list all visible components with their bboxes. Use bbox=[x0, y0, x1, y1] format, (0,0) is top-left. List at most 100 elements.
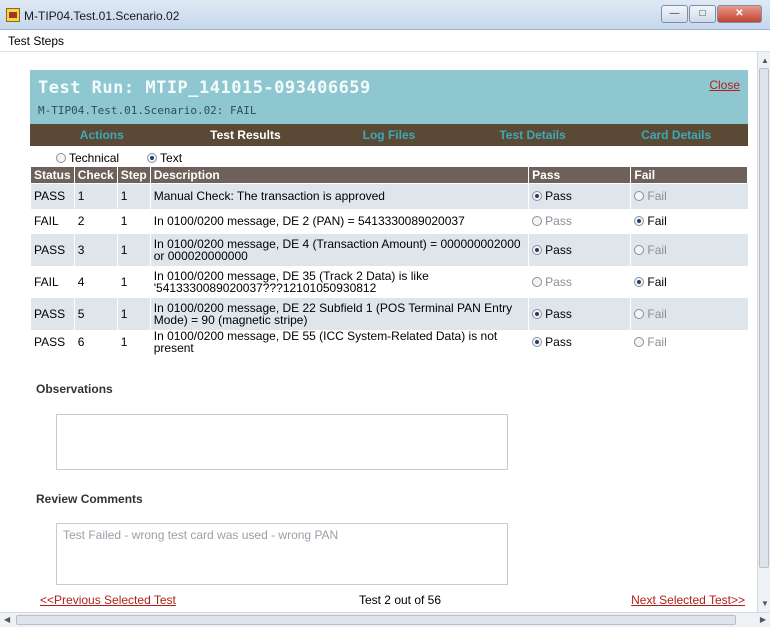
step-cell: 1 bbox=[116, 265, 151, 298]
content-area: Test Run: MTIP_141015-093406659 M-TIP04.… bbox=[0, 52, 757, 612]
close-link[interactable]: Close bbox=[709, 78, 740, 92]
check-cell: 4 bbox=[73, 265, 118, 298]
close-window-button[interactable]: ✕ bbox=[717, 5, 762, 23]
maximize-button[interactable]: □ bbox=[689, 5, 716, 23]
fail-label: Fail bbox=[647, 335, 667, 349]
window-title: M-TIP04.Test.01.Scenario.02 bbox=[24, 9, 180, 23]
pass-radio[interactable] bbox=[532, 244, 543, 255]
fail-radio[interactable] bbox=[634, 337, 645, 347]
description-cell: In 0100/0200 message, DE 4 (Transaction … bbox=[149, 233, 529, 266]
fail-option[interactable]: Fail bbox=[634, 275, 744, 289]
pass-header: Pass bbox=[528, 166, 632, 184]
description-cell: In 0100/0200 message, DE 35 (Track 2 Dat… bbox=[149, 265, 529, 298]
pass-option[interactable]: Pass bbox=[532, 189, 627, 203]
fail-cell: Fail bbox=[630, 233, 748, 266]
pass-option[interactable]: Pass bbox=[532, 335, 627, 349]
view-text-option[interactable]: Text bbox=[147, 151, 182, 165]
status-cell: PASS bbox=[30, 233, 75, 266]
fail-cell: Fail bbox=[630, 183, 748, 209]
scroll-down-arrow-icon[interactable]: ▼ bbox=[761, 599, 769, 608]
test-run-header: Test Run: MTIP_141015-093406659 M-TIP04.… bbox=[30, 70, 748, 124]
pass-cell: Pass bbox=[528, 297, 631, 330]
tab-log-files[interactable]: Log Files bbox=[317, 124, 461, 146]
description-cell: In 0100/0200 message, DE 22 Subfield 1 (… bbox=[149, 297, 529, 330]
minimize-button[interactable]: — bbox=[661, 5, 688, 23]
tab-test-details[interactable]: Test Details bbox=[461, 124, 605, 146]
next-test-link[interactable]: Next Selected Test>> bbox=[631, 593, 745, 607]
pass-cell: Pass bbox=[528, 208, 631, 234]
status-header: Status bbox=[30, 166, 75, 184]
scroll-right-arrow-icon[interactable]: ▶ bbox=[760, 615, 766, 624]
pass-option[interactable]: Pass bbox=[532, 243, 627, 257]
technical-radio[interactable] bbox=[56, 153, 66, 163]
menu-bar: Test Steps bbox=[0, 30, 770, 52]
fail-option[interactable]: Fail bbox=[634, 243, 744, 257]
fail-radio[interactable] bbox=[634, 244, 645, 255]
fail-cell: Fail bbox=[630, 297, 748, 330]
description-cell: Manual Check: The transaction is approve… bbox=[149, 183, 529, 209]
step-cell: 1 bbox=[116, 233, 151, 266]
table-row: FAIL 2 1 In 0100/0200 message, DE 2 (PAN… bbox=[30, 208, 748, 234]
fail-label: Fail bbox=[647, 189, 667, 204]
tab-bar: Actions Test Results Log Files Test Deta… bbox=[30, 124, 748, 146]
view-technical-option[interactable]: Technical bbox=[56, 151, 119, 165]
review-comments-field[interactable]: Test Failed - wrong test card was used -… bbox=[56, 523, 508, 585]
technical-label: Technical bbox=[69, 151, 120, 165]
tab-test-results[interactable]: Test Results bbox=[174, 124, 318, 146]
test-position: Test 2 out of 56 bbox=[358, 593, 442, 607]
previous-test-link[interactable]: <<Previous Selected Test bbox=[40, 593, 176, 607]
review-comments-label: Review Comments bbox=[36, 492, 143, 506]
pass-radio[interactable] bbox=[532, 276, 543, 287]
vertical-scroll-thumb[interactable] bbox=[759, 68, 769, 568]
text-radio[interactable] bbox=[147, 153, 158, 163]
pass-radio[interactable] bbox=[532, 191, 543, 202]
status-cell: PASS bbox=[30, 183, 75, 209]
vertical-scrollbar[interactable]: ▲ ▼ bbox=[757, 52, 770, 612]
check-cell: 1 bbox=[73, 183, 118, 209]
fail-option[interactable]: Fail bbox=[634, 189, 744, 203]
pass-label: Pass bbox=[545, 189, 572, 204]
text-label: Text bbox=[160, 151, 183, 165]
check-cell: 6 bbox=[73, 329, 118, 355]
fail-cell: Fail bbox=[630, 265, 748, 298]
view-mode-selector: Technical Text bbox=[56, 150, 210, 166]
step-header: Step bbox=[116, 166, 151, 184]
status-cell: PASS bbox=[30, 297, 75, 330]
fail-option[interactable]: Fail bbox=[634, 335, 744, 349]
fail-radio[interactable] bbox=[634, 191, 645, 202]
tab-actions[interactable]: Actions bbox=[30, 124, 174, 146]
pass-option[interactable]: Pass bbox=[532, 307, 627, 321]
title-bar: M-TIP04.Test.01.Scenario.02 — □ ✕ bbox=[0, 0, 770, 30]
check-cell: 3 bbox=[73, 233, 118, 266]
status-cell: FAIL bbox=[30, 265, 75, 298]
page-title: Test Run: MTIP_141015-093406659 bbox=[38, 78, 371, 98]
table-row: PASS 5 1 In 0100/0200 message, DE 22 Sub… bbox=[30, 297, 748, 330]
pass-radio[interactable] bbox=[532, 308, 543, 319]
status-cell: PASS bbox=[30, 329, 75, 355]
scroll-left-arrow-icon[interactable]: ◀ bbox=[4, 615, 10, 624]
observations-field[interactable] bbox=[56, 414, 508, 470]
table-row: FAIL 4 1 In 0100/0200 message, DE 35 (Tr… bbox=[30, 265, 748, 298]
pass-option[interactable]: Pass bbox=[532, 275, 627, 289]
check-header: Check bbox=[73, 166, 118, 184]
menu-test-steps[interactable]: Test Steps bbox=[8, 34, 64, 48]
table-row: PASS 6 1 In 0100/0200 message, DE 55 (IC… bbox=[30, 329, 748, 355]
status-cell: FAIL bbox=[30, 208, 75, 234]
horizontal-scroll-thumb[interactable] bbox=[16, 615, 736, 625]
fail-option[interactable]: Fail bbox=[634, 307, 744, 321]
pass-radio[interactable] bbox=[532, 337, 543, 347]
pass-cell: Pass bbox=[528, 265, 631, 298]
fail-radio[interactable] bbox=[634, 308, 645, 319]
fail-header: Fail bbox=[630, 166, 748, 184]
pass-radio[interactable] bbox=[532, 216, 543, 226]
horizontal-scrollbar[interactable]: ◀ ▶ bbox=[0, 612, 770, 627]
fail-radio[interactable] bbox=[634, 216, 645, 226]
tab-card-details[interactable]: Card Details bbox=[604, 124, 748, 146]
scroll-up-arrow-icon[interactable]: ▲ bbox=[761, 56, 769, 65]
step-cell: 1 bbox=[116, 329, 151, 355]
fail-label: Fail bbox=[647, 306, 667, 321]
pass-option[interactable]: Pass bbox=[532, 214, 627, 228]
fail-label: Fail bbox=[647, 242, 667, 257]
fail-radio[interactable] bbox=[634, 276, 645, 287]
fail-option[interactable]: Fail bbox=[634, 214, 744, 228]
